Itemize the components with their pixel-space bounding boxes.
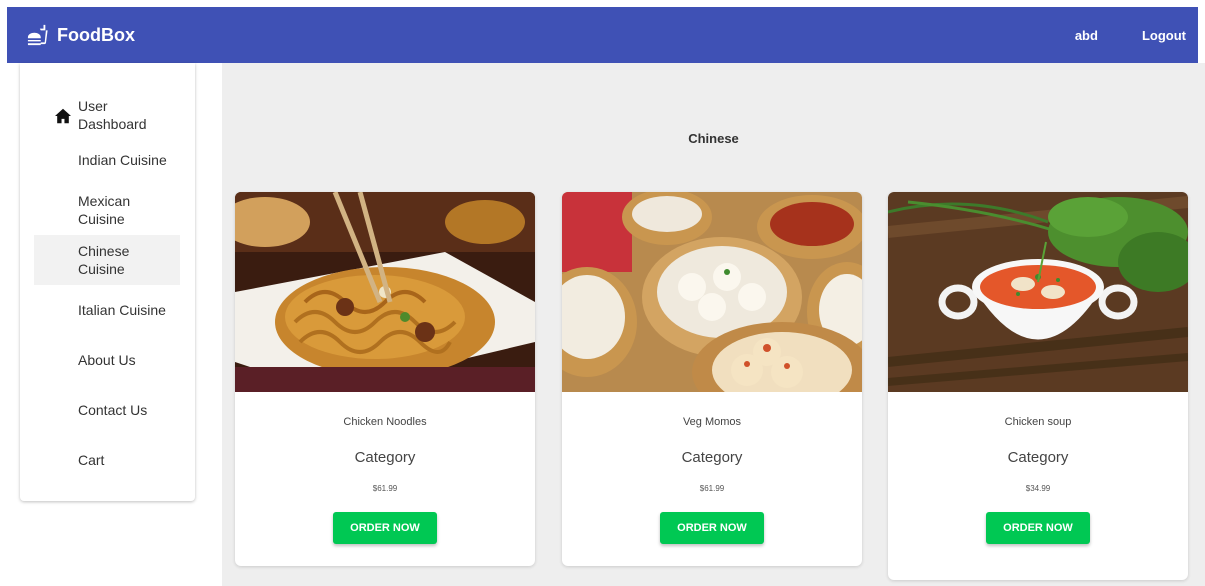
sidebar-item-user-dashboard[interactable]: User Dashboard — [34, 90, 180, 140]
product-category: Category — [1007, 449, 1069, 466]
product-price: $61.99 — [699, 484, 725, 493]
sidebar-item-label: About Us — [78, 352, 136, 368]
product-category: Category — [354, 449, 416, 466]
fastfood-icon — [27, 24, 48, 46]
sidebar-item-chinese-cuisine[interactable]: Chinese Cuisine — [34, 235, 180, 285]
brand-name: FoodBox — [57, 24, 135, 45]
veg-momos-photo — [562, 192, 862, 392]
logout-button[interactable]: Logout — [1142, 28, 1186, 43]
sidebar-item-label: Indian Cuisine — [78, 152, 167, 168]
main-content: Chinese Chicken Noodles Category $61.99 … — [222, 63, 1205, 586]
product-name: Chicken soup — [1004, 416, 1072, 428]
product-name: Chicken Noodles — [343, 416, 427, 428]
order-now-button[interactable]: ORDER NOW — [333, 512, 437, 544]
sidebar-item-mexican-cuisine[interactable]: Mexican Cuisine — [34, 185, 180, 235]
sidebar-item-about-us[interactable]: About Us — [34, 335, 180, 385]
app-bar: FoodBox abd Logout — [7, 7, 1198, 63]
sidebar-item-label: Contact Us — [78, 402, 148, 418]
order-now-button[interactable]: ORDER NOW — [986, 512, 1090, 544]
product-price: $61.99 — [372, 484, 398, 493]
home-icon — [55, 108, 71, 124]
chicken-noodles-photo — [235, 192, 535, 392]
product-card: Chicken Noodles Category $61.99 ORDER NO… — [235, 192, 535, 566]
sidebar-item-label: Cart — [78, 452, 105, 468]
sidebar-item-label: Italian Cuisine — [78, 302, 166, 318]
chicken-soup-photo — [888, 192, 1188, 392]
sidebar-item-indian-cuisine[interactable]: Indian Cuisine — [34, 135, 180, 185]
sidebar-item-cart[interactable]: Cart — [34, 435, 180, 485]
page-title: Chinese — [688, 131, 739, 146]
sidebar-item-label: User Dashboard — [78, 98, 147, 132]
product-card: Chicken soup Category $34.99 ORDER NOW — [888, 192, 1188, 580]
sidebar-item-contact-us[interactable]: Contact Us — [34, 385, 180, 435]
sidebar: User Dashboard Indian Cuisine Mexican Cu… — [20, 63, 195, 501]
username: abd — [1074, 27, 1098, 43]
sidebar-item-italian-cuisine[interactable]: Italian Cuisine — [34, 285, 180, 335]
product-price: $34.99 — [1025, 484, 1051, 493]
brand[interactable]: FoodBox — [27, 24, 135, 46]
product-name: Veg Momos — [682, 416, 742, 428]
sidebar-item-label: Chinese Cuisine — [78, 243, 130, 277]
sidebar-item-label: Mexican Cuisine — [78, 193, 131, 227]
order-now-button[interactable]: ORDER NOW — [660, 512, 764, 544]
product-category: Category — [681, 449, 743, 466]
product-card: Veg Momos Category $61.99 ORDER NOW — [562, 192, 862, 566]
